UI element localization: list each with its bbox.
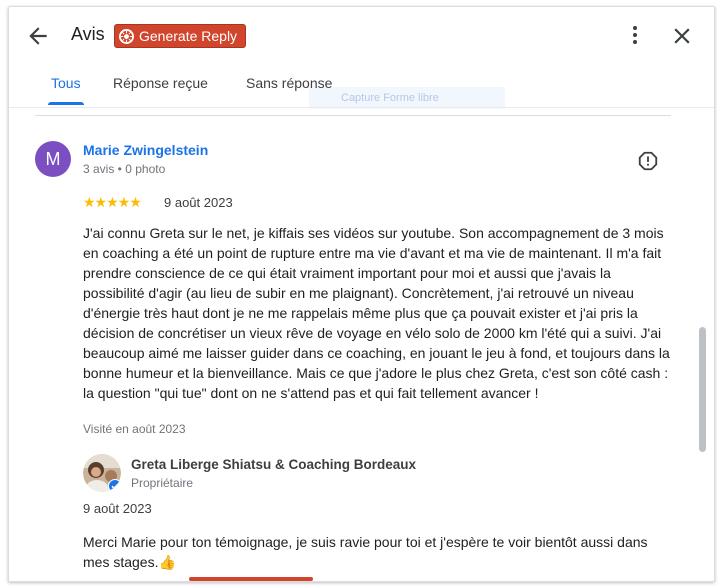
back-button[interactable]	[25, 23, 51, 49]
arrow-left-icon	[29, 27, 47, 45]
tab-sans-reponse[interactable]: Sans réponse	[246, 75, 332, 91]
extension-logo-icon	[119, 28, 134, 44]
generate-reply-label: Generate Reply	[139, 28, 238, 44]
dialog-header: Avis Generate Reply	[9, 7, 714, 63]
reviewer-meta: 3 avis • 0 photo	[83, 162, 166, 176]
generate-reply-button[interactable]: Generate Reply	[114, 24, 247, 48]
close-icon	[674, 28, 690, 44]
dialog-title: Avis	[71, 24, 105, 44]
owner-role: Propriétaire	[131, 476, 194, 490]
scrollbar-thumb[interactable]	[699, 327, 706, 452]
tab-reponse-recue[interactable]: Réponse reçue	[113, 75, 208, 91]
review-filter-tabs: Tous Réponse reçue Sans réponse	[9, 65, 714, 107]
more-options-button[interactable]	[623, 23, 647, 47]
review-text: J'ai connu Greta sur le net, je kiffais …	[83, 225, 670, 401]
star-rating: ★★★★★	[83, 194, 142, 210]
report-review-button[interactable]	[637, 150, 659, 172]
active-tab-indicator	[48, 102, 84, 105]
report-icon	[638, 151, 658, 171]
close-button[interactable]	[669, 23, 695, 49]
tabs-divider	[9, 107, 714, 108]
owner-avatar	[83, 454, 121, 492]
verified-badge-icon	[108, 479, 121, 492]
reviews-dialog: Avis Generate Reply Capture Forme libre	[8, 6, 715, 582]
tab-tous[interactable]: Tous	[51, 75, 81, 91]
review-separator	[35, 115, 671, 116]
reviewer-name[interactable]: Marie Zwingelstein	[83, 142, 208, 158]
reply-date: 9 août 2023	[83, 501, 152, 516]
owner-name: Greta Liberge Shiatsu & Coaching Bordeau…	[131, 457, 417, 472]
reply-text: Merci Marie pour ton témoignage, je suis…	[83, 534, 648, 570]
partial-action-bar	[189, 577, 313, 581]
reviewer-avatar[interactable]: M	[35, 141, 71, 177]
review-date: 9 août 2023	[164, 195, 233, 210]
visit-date: Visité en août 2023	[83, 422, 186, 436]
more-vert-icon	[633, 26, 637, 44]
